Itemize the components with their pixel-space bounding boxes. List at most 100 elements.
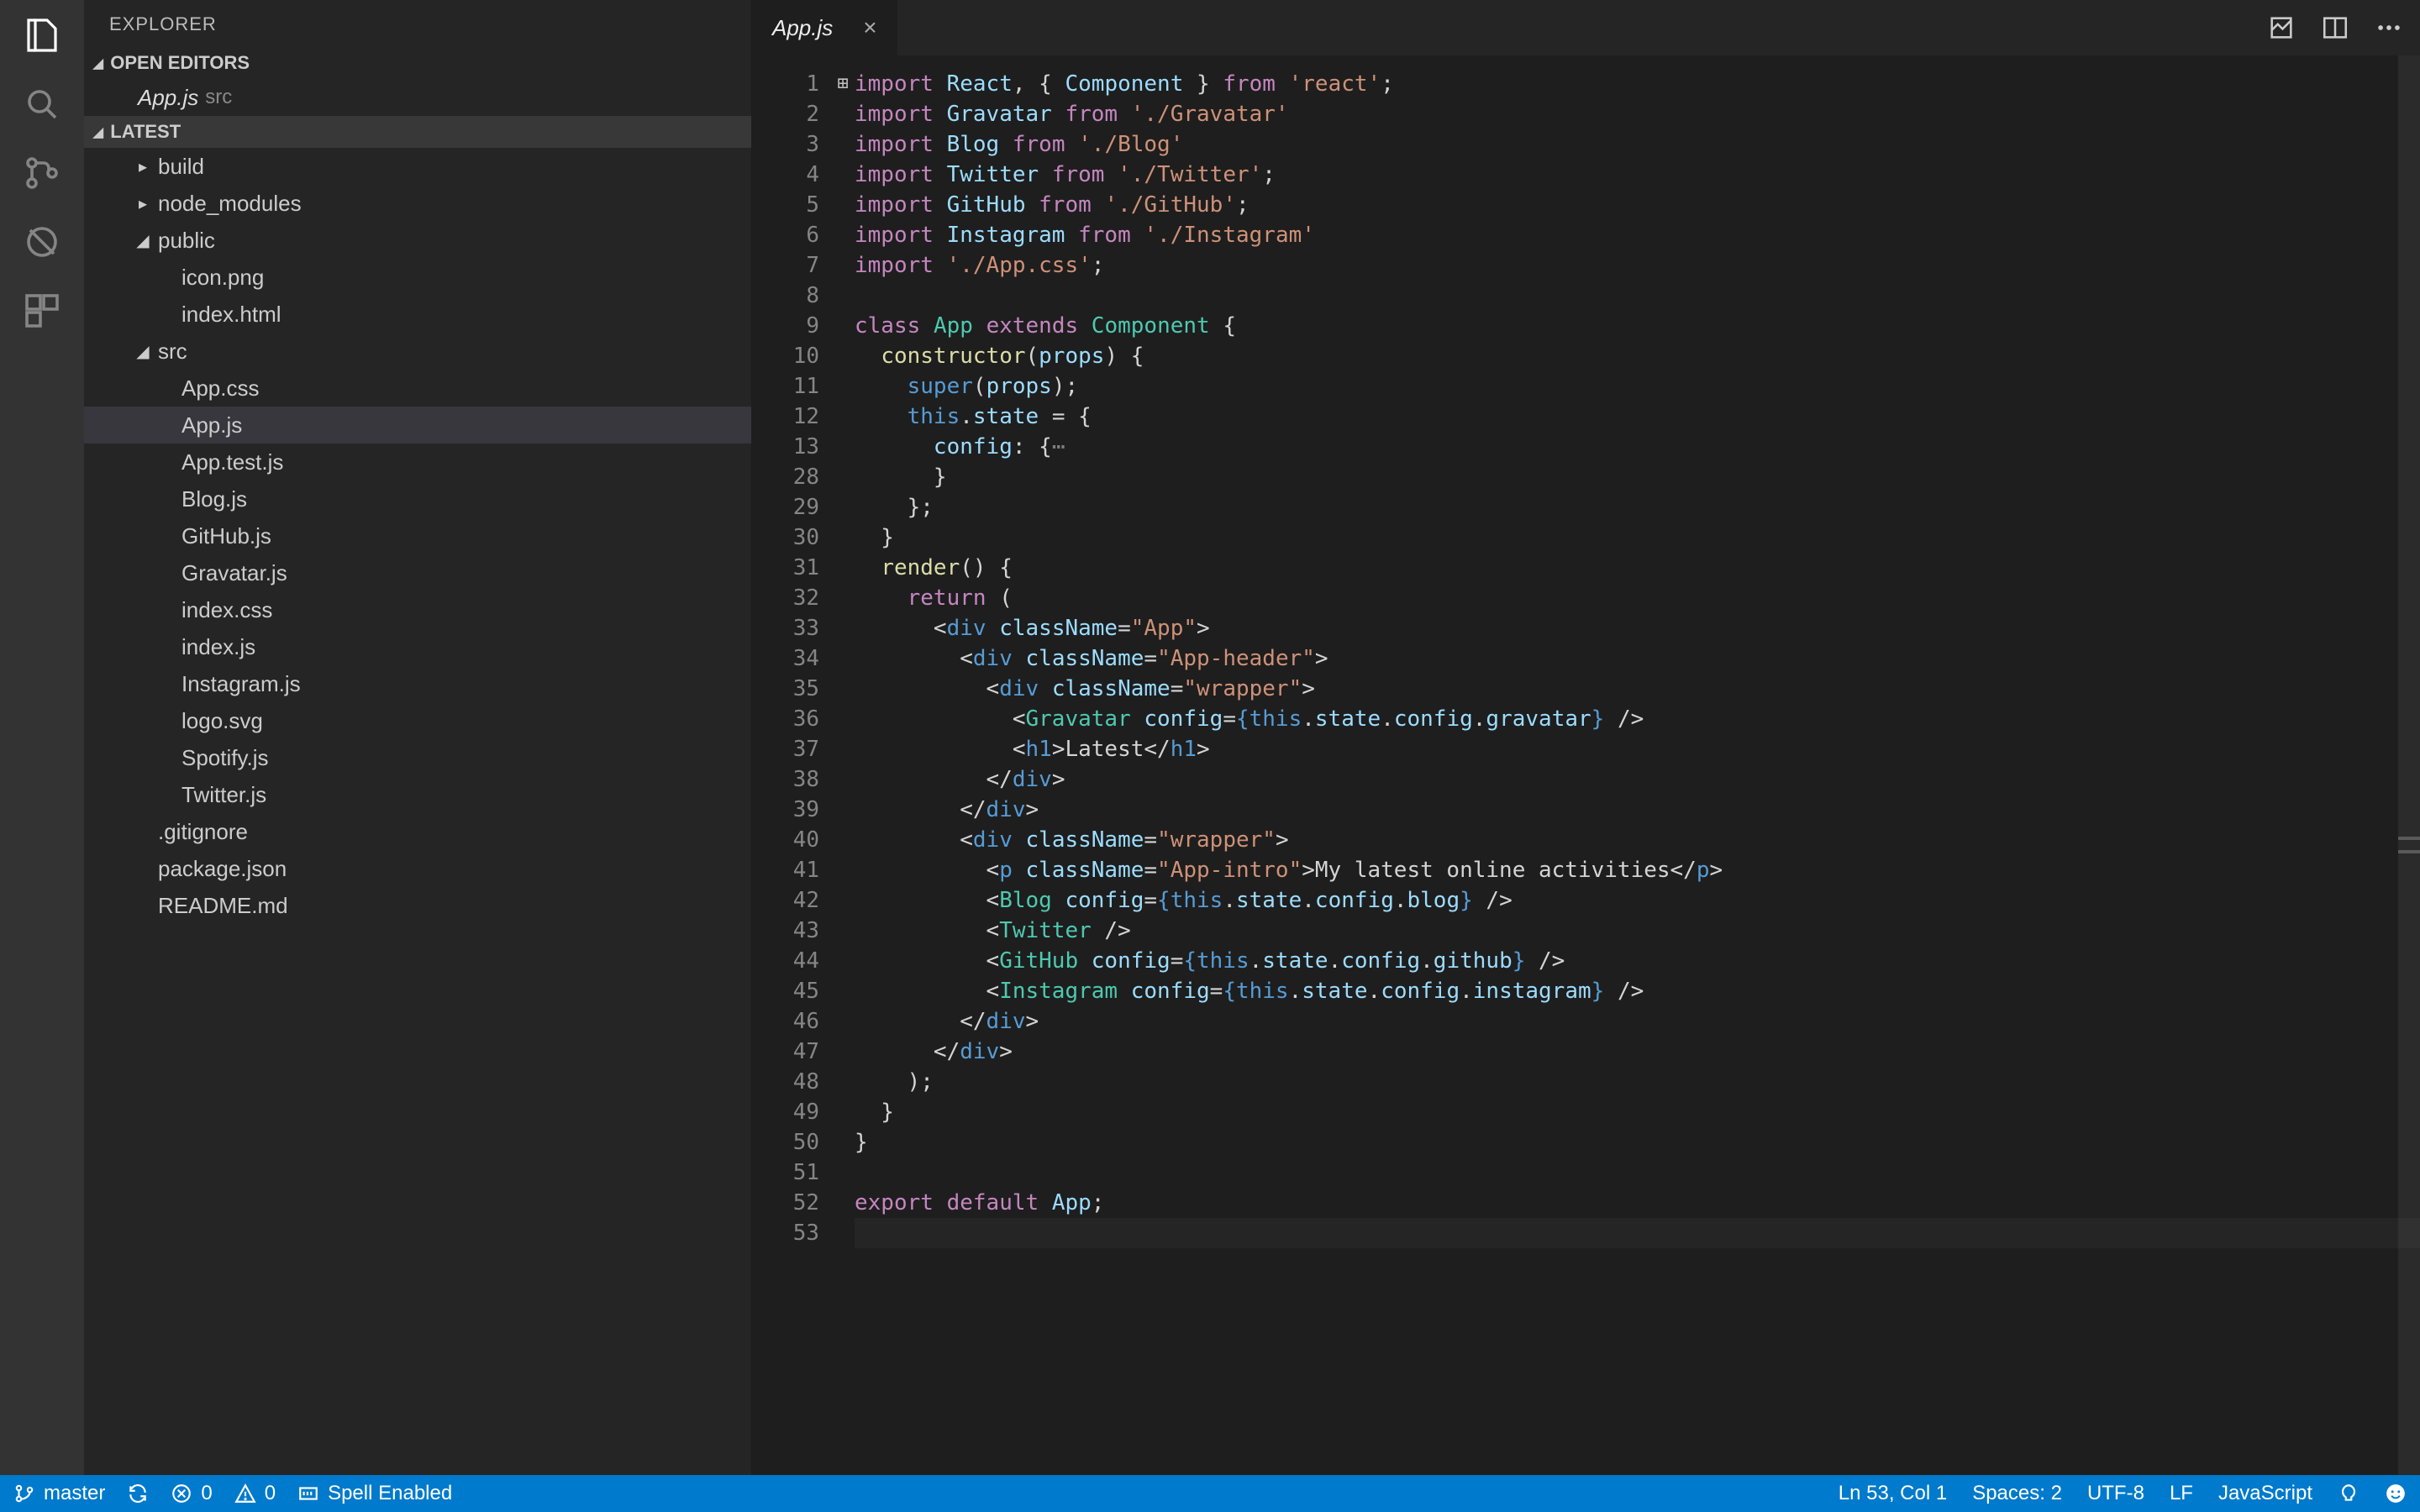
chevron-right-icon: ▸ bbox=[133, 156, 153, 177]
code-line: ); bbox=[855, 1067, 2420, 1097]
code-line: <GitHub config={this.state.config.github… bbox=[855, 946, 2420, 976]
editor-group: App.js × 1234567891011121328293031323334… bbox=[752, 0, 2420, 1475]
editor-scrollbar[interactable] bbox=[2398, 55, 2420, 1475]
line-number: 48 bbox=[752, 1067, 819, 1097]
status-branch[interactable]: master bbox=[13, 1482, 105, 1505]
files-icon[interactable] bbox=[22, 15, 62, 55]
code-line: import GitHub from './GitHub'; bbox=[855, 190, 2420, 220]
code-line: return ( bbox=[855, 583, 2420, 613]
compare-changes-icon[interactable] bbox=[2267, 13, 2296, 42]
explorer-sidebar: EXPLORER ◢OPEN EDITORS App.jssrc ◢LATEST… bbox=[84, 0, 752, 1475]
code-line: </div> bbox=[855, 1037, 2420, 1067]
fold-marker[interactable]: ⊞ bbox=[834, 69, 851, 99]
fold-column[interactable]: ⊞ bbox=[834, 55, 851, 1475]
code-line: import React, { Component } from 'react'… bbox=[855, 69, 2420, 99]
open-editors-header[interactable]: ◢OPEN EDITORS bbox=[84, 47, 751, 79]
file-item[interactable]: App.css bbox=[84, 370, 751, 407]
line-number: 41 bbox=[752, 855, 819, 885]
tab-app-js[interactable]: App.js × bbox=[752, 0, 898, 55]
file-item[interactable]: Twitter.js bbox=[84, 776, 751, 813]
line-number: 31 bbox=[752, 553, 819, 583]
status-smiley-icon[interactable] bbox=[2385, 1483, 2407, 1504]
code-line: this.state = { bbox=[855, 402, 2420, 432]
code-line: export default App; bbox=[855, 1188, 2420, 1218]
open-editors-list: App.jssrc bbox=[84, 79, 751, 116]
line-number: 29 bbox=[752, 492, 819, 522]
file-item[interactable]: icon.png bbox=[84, 259, 751, 296]
file-item[interactable]: index.html bbox=[84, 296, 751, 333]
file-item[interactable]: GitHub.js bbox=[84, 517, 751, 554]
line-number: 8 bbox=[752, 281, 819, 311]
line-number: 53 bbox=[752, 1218, 819, 1248]
file-item[interactable]: index.css bbox=[84, 591, 751, 628]
code-line: } bbox=[855, 1127, 2420, 1158]
code-line: <Instagram config={this.state.config.ins… bbox=[855, 976, 2420, 1006]
code-line: } bbox=[855, 522, 2420, 553]
line-number: 51 bbox=[752, 1158, 819, 1188]
code-line: <div className="App"> bbox=[855, 613, 2420, 643]
status-errors[interactable]: 0 bbox=[171, 1482, 212, 1505]
status-spell[interactable]: Spell Enabled bbox=[297, 1482, 452, 1505]
code-content[interactable]: import React, { Component } from 'react'… bbox=[851, 55, 2420, 1475]
line-number: 45 bbox=[752, 976, 819, 1006]
line-number: 44 bbox=[752, 946, 819, 976]
file-item[interactable]: Spotify.js bbox=[84, 739, 751, 776]
split-editor-icon[interactable] bbox=[2321, 13, 2349, 42]
activity-bar bbox=[0, 0, 84, 1475]
status-eol[interactable]: LF bbox=[2170, 1482, 2193, 1505]
folder-item[interactable]: ◢public bbox=[84, 222, 751, 259]
status-sync[interactable] bbox=[127, 1483, 149, 1504]
code-line: }; bbox=[855, 492, 2420, 522]
status-spaces[interactable]: Spaces: 2 bbox=[1972, 1482, 2062, 1505]
file-item[interactable]: Gravatar.js bbox=[84, 554, 751, 591]
folder-item[interactable]: ▸build bbox=[84, 148, 751, 185]
line-number: 42 bbox=[752, 885, 819, 916]
code-area[interactable]: 1234567891011121328293031323334353637383… bbox=[752, 55, 2420, 1475]
more-icon[interactable] bbox=[2375, 13, 2403, 42]
open-editor-item[interactable]: App.jssrc bbox=[84, 79, 751, 116]
status-feedback-icon[interactable] bbox=[2338, 1483, 2360, 1504]
tab-bar: App.js × bbox=[752, 0, 2420, 55]
file-item[interactable]: Blog.js bbox=[84, 480, 751, 517]
code-line: <Blog config={this.state.config.blog} /> bbox=[855, 885, 2420, 916]
file-item[interactable]: README.md bbox=[84, 887, 751, 924]
folder-item[interactable]: ◢src bbox=[84, 333, 751, 370]
file-item[interactable]: package.json bbox=[84, 850, 751, 887]
folder-item[interactable]: ▸node_modules bbox=[84, 185, 751, 222]
debug-icon[interactable] bbox=[22, 222, 62, 262]
line-number: 46 bbox=[752, 1006, 819, 1037]
line-number: 38 bbox=[752, 764, 819, 795]
status-language[interactable]: JavaScript bbox=[2218, 1482, 2312, 1505]
code-line bbox=[855, 281, 2420, 311]
status-position[interactable]: Ln 53, Col 1 bbox=[1839, 1482, 1947, 1505]
line-number: 47 bbox=[752, 1037, 819, 1067]
line-number: 5 bbox=[752, 190, 819, 220]
close-icon[interactable]: × bbox=[863, 14, 876, 41]
status-warnings[interactable]: 0 bbox=[234, 1482, 276, 1505]
code-line: </div> bbox=[855, 795, 2420, 825]
line-number-gutter: 1234567891011121328293031323334353637383… bbox=[752, 55, 834, 1475]
chevron-down-icon: ◢ bbox=[133, 230, 153, 251]
source-control-icon[interactable] bbox=[22, 153, 62, 193]
chevron-right-icon: ▸ bbox=[133, 193, 153, 214]
file-item[interactable]: App.test.js bbox=[84, 444, 751, 480]
file-item[interactable]: logo.svg bbox=[84, 702, 751, 739]
code-line: <div className="wrapper"> bbox=[855, 825, 2420, 855]
line-number: 37 bbox=[752, 734, 819, 764]
line-number: 43 bbox=[752, 916, 819, 946]
search-icon[interactable] bbox=[22, 84, 62, 124]
line-number: 30 bbox=[752, 522, 819, 553]
line-number: 33 bbox=[752, 613, 819, 643]
status-encoding[interactable]: UTF-8 bbox=[2087, 1482, 2144, 1505]
file-item[interactable]: index.js bbox=[84, 628, 751, 665]
file-item[interactable]: App.js bbox=[84, 407, 751, 444]
file-item[interactable]: Instagram.js bbox=[84, 665, 751, 702]
line-number: 40 bbox=[752, 825, 819, 855]
file-item[interactable]: .gitignore bbox=[84, 813, 751, 850]
line-number: 52 bbox=[752, 1188, 819, 1218]
line-number: 13 bbox=[752, 432, 819, 462]
project-header[interactable]: ◢LATEST bbox=[84, 116, 751, 148]
extensions-icon[interactable] bbox=[22, 291, 62, 331]
line-number: 28 bbox=[752, 462, 819, 492]
line-number: 11 bbox=[752, 371, 819, 402]
